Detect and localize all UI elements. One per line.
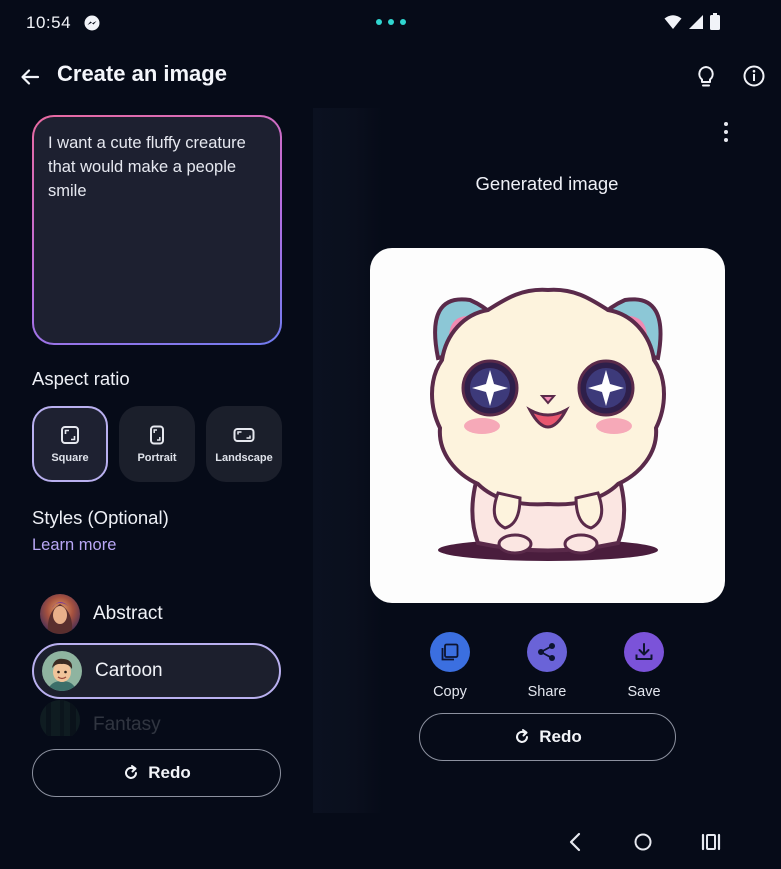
wifi-icon [664, 14, 682, 29]
left-redo-label: Redo [148, 763, 191, 782]
share-button[interactable] [527, 632, 567, 672]
fantasy-style-thumbnail [40, 700, 80, 736]
save-label: Save [627, 684, 661, 700]
share-icon [538, 643, 555, 661]
page-title: Create an image [57, 61, 227, 86]
messenger-icon [84, 15, 100, 31]
save-action[interactable]: Save [604, 632, 684, 700]
camera-dots-icon [376, 19, 406, 25]
status-time: 10:54 [26, 13, 72, 32]
style-item-cartoon[interactable]: Cartoon [32, 643, 281, 699]
battery-icon [710, 13, 720, 30]
abstract-style-thumbnail [40, 594, 80, 634]
tips-button[interactable] [692, 62, 720, 90]
style-item-fantasy[interactable]: Fantasy [32, 700, 281, 736]
copy-label: Copy [433, 684, 467, 700]
lightbulb-icon [698, 66, 714, 87]
redo-icon [516, 729, 529, 743]
learn-more-link[interactable]: Learn more [32, 536, 116, 555]
cartoon-style-thumbnail [42, 651, 82, 691]
landscape-ratio-icon [233, 427, 255, 442]
right-redo-label: Redo [539, 727, 582, 746]
aspect-ratio-label: Aspect ratio [32, 368, 130, 389]
arrow-left-icon [21, 69, 40, 85]
aspect-landscape-button[interactable]: Landscape [206, 406, 282, 482]
info-icon [743, 65, 765, 87]
aspect-square-label: Square [51, 451, 89, 464]
info-button[interactable] [740, 62, 768, 90]
aspect-landscape-label: Landscape [215, 451, 273, 464]
nav-home-button[interactable] [630, 828, 656, 856]
left-redo-button[interactable]: Redo [32, 749, 281, 797]
back-button[interactable] [16, 63, 44, 91]
nav-back-icon [569, 832, 581, 852]
nav-recents-button[interactable] [699, 828, 723, 856]
style-cartoon-label: Cartoon [95, 660, 163, 681]
nav-back-button[interactable] [564, 828, 586, 856]
aspect-portrait-button[interactable]: Portrait [119, 406, 195, 482]
copy-action[interactable]: Copy [410, 632, 490, 700]
save-button[interactable] [624, 632, 664, 672]
redo-icon [125, 765, 138, 779]
portrait-ratio-icon [150, 425, 164, 444]
styles-label: Styles (Optional) [32, 507, 169, 528]
copy-button[interactable] [430, 632, 470, 672]
status-icons [664, 13, 720, 30]
nav-recents-icon [701, 833, 721, 851]
share-action[interactable]: Share [507, 632, 587, 700]
style-abstract-label: Abstract [93, 603, 163, 624]
share-label: Share [527, 684, 567, 700]
aspect-square-button[interactable]: Square [32, 406, 108, 482]
cute-creature-illustration [430, 287, 666, 561]
style-item-abstract[interactable]: Abstract [32, 586, 281, 642]
copy-icon [441, 643, 459, 661]
prompt-text[interactable]: I want a cute fluffy creature that would… [34, 117, 280, 343]
generated-image[interactable] [370, 248, 725, 603]
square-ratio-icon [61, 425, 79, 444]
generated-image-title: Generated image [475, 173, 619, 194]
download-icon [635, 643, 653, 660]
nav-home-icon [634, 833, 652, 851]
aspect-portrait-label: Portrait [137, 451, 177, 464]
prompt-input-box[interactable]: I want a cute fluffy creature that would… [32, 115, 282, 345]
signal-icon [689, 14, 703, 29]
right-redo-button[interactable]: Redo [419, 713, 676, 761]
more-options-button[interactable] [716, 120, 736, 144]
style-fantasy-label: Fantasy [93, 714, 161, 735]
